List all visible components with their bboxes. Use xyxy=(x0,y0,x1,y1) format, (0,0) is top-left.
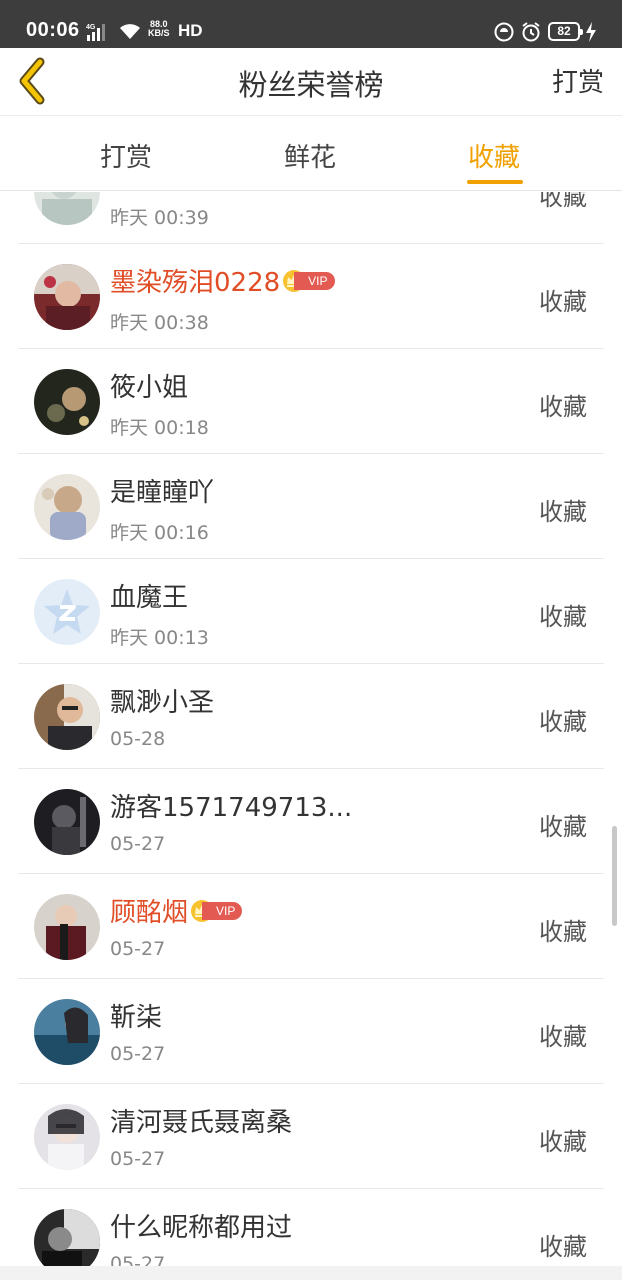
page-title: 粉丝荣誉榜 xyxy=(238,68,384,102)
tab-bar: 打赏 鲜花 收藏 xyxy=(0,117,622,191)
list-item[interactable]: 血魔王 昨天 00:13 收藏 xyxy=(18,559,604,664)
list-item[interactable]: 是瞳瞳吖 昨天 00:16 收藏 xyxy=(18,454,604,559)
avatar[interactable] xyxy=(34,192,100,225)
timestamp: 昨天 00:16 xyxy=(110,522,209,544)
user-name-line: 顾酩烟 VIP xyxy=(110,892,243,929)
status-bar: 00:06 4G 88.0 KB/S HD 82 xyxy=(0,0,622,48)
avatar[interactable] xyxy=(34,1209,100,1272)
network-speed: 88.0 KB/S xyxy=(148,20,170,38)
reward-button[interactable]: 打赏 xyxy=(552,62,604,99)
list-item[interactable]: 清河聂氏聂离桑 05-27 收藏 xyxy=(18,1084,604,1189)
bottom-edge xyxy=(0,1266,622,1280)
avatar[interactable] xyxy=(34,684,100,750)
alarm-icon xyxy=(522,22,540,42)
user-name-line: 是瞳瞳吖 xyxy=(110,472,214,509)
user-name: 什么昵称都用过 xyxy=(110,1213,293,1243)
network-speed-unit: KB/S xyxy=(148,28,170,38)
action-label: 收藏 xyxy=(539,1233,587,1261)
timestamp: 昨天 00:18 xyxy=(110,417,209,439)
timestamp: 05-27 xyxy=(110,833,166,855)
timestamp: 05-27 xyxy=(110,1043,166,1065)
avatar[interactable] xyxy=(34,579,100,645)
action-label: 收藏 xyxy=(539,393,587,421)
avatar[interactable] xyxy=(34,474,100,540)
user-name-line: 血魔王 xyxy=(110,577,188,614)
action-label: 收藏 xyxy=(539,918,587,946)
timestamp: 05-27 xyxy=(110,938,166,960)
active-tab-indicator xyxy=(467,180,523,184)
signal-icon: 4G xyxy=(86,24,105,41)
charging-icon xyxy=(586,22,596,42)
vip-badge: VIP xyxy=(202,901,243,920)
action-label: 收藏 xyxy=(539,603,587,631)
tab-favorites[interactable]: 收藏 xyxy=(468,137,520,174)
action-label: 收藏 xyxy=(539,288,587,316)
user-name: 是瞳瞳吖 xyxy=(110,478,215,508)
action-label: 收藏 xyxy=(539,1023,587,1051)
avatar[interactable] xyxy=(34,264,100,330)
action-label: 收藏 xyxy=(539,708,587,736)
user-name: 清河聂氏聂离桑 xyxy=(110,1108,293,1138)
data-saver-icon xyxy=(494,22,514,42)
fan-list[interactable]: 昨天 00:39 收藏 墨染殇泪0228 VIP 昨天 00:38 收藏 筱小姐… xyxy=(0,192,622,1272)
vip-badge: VIP xyxy=(294,271,335,290)
user-name-line: 墨染殇泪0228 VIP xyxy=(110,262,335,299)
user-name-line: 什么昵称都用过 xyxy=(110,1207,292,1244)
list-item[interactable]: 顾酩烟 VIP 05-27 收藏 xyxy=(18,874,604,979)
battery-indicator: 82 xyxy=(548,22,583,41)
tab-flowers[interactable]: 鲜花 xyxy=(284,137,336,174)
action-label: 收藏 xyxy=(539,498,587,526)
user-name: 顾酩烟 xyxy=(110,898,189,928)
network-type-label: 4G xyxy=(86,24,96,31)
timestamp: 05-28 xyxy=(110,728,166,750)
user-name-line: 清河聂氏聂离桑 xyxy=(110,1102,292,1139)
title-bar: 粉丝荣誉榜 打赏 xyxy=(0,48,622,116)
avatar[interactable] xyxy=(34,369,100,435)
action-label: 收藏 xyxy=(539,1128,587,1156)
user-name-line: 游客1571749713... xyxy=(110,787,352,824)
list-item[interactable]: 游客1571749713... 05-27 收藏 xyxy=(18,769,604,874)
avatar[interactable] xyxy=(34,789,100,855)
wifi-icon xyxy=(120,24,140,39)
user-name: 筱小姐 xyxy=(110,373,189,403)
user-name-line: 筱小姐 xyxy=(110,367,188,404)
avatar[interactable] xyxy=(34,999,100,1065)
list-item[interactable]: 墨染殇泪0228 VIP 昨天 00:38 收藏 xyxy=(18,244,604,349)
status-time: 00:06 xyxy=(26,19,80,41)
tab-reward[interactable]: 打赏 xyxy=(100,137,152,174)
user-name-line: 靳柒 xyxy=(110,997,162,1034)
user-name-line: 飘渺小圣 xyxy=(110,682,214,719)
list-item[interactable]: 什么昵称都用过 05-27 收藏 xyxy=(18,1189,604,1272)
action-label: 收藏 xyxy=(539,192,587,211)
user-name: 靳柒 xyxy=(110,1003,163,1033)
list-item[interactable]: 筱小姐 昨天 00:18 收藏 xyxy=(18,349,604,454)
avatar[interactable] xyxy=(34,1104,100,1170)
list-item[interactable]: 靳柒 05-27 收藏 xyxy=(18,979,604,1084)
list-item[interactable]: 昨天 00:39 收藏 xyxy=(18,192,604,244)
hd-indicator: HD xyxy=(178,21,203,40)
avatar[interactable] xyxy=(34,894,100,960)
list-item[interactable]: 飘渺小圣 05-28 收藏 xyxy=(18,664,604,769)
user-name: 墨染殇泪0228 xyxy=(110,268,281,298)
user-name: 游客1571749713... xyxy=(110,793,353,823)
timestamp: 昨天 00:38 xyxy=(110,312,209,334)
user-name: 血魔王 xyxy=(110,583,189,613)
timestamp: 昨天 00:39 xyxy=(110,207,209,229)
timestamp: 05-27 xyxy=(110,1148,166,1170)
action-label: 收藏 xyxy=(539,813,587,841)
timestamp: 昨天 00:13 xyxy=(110,627,209,649)
scrollbar-thumb[interactable] xyxy=(612,826,617,926)
user-name: 飘渺小圣 xyxy=(110,688,215,718)
